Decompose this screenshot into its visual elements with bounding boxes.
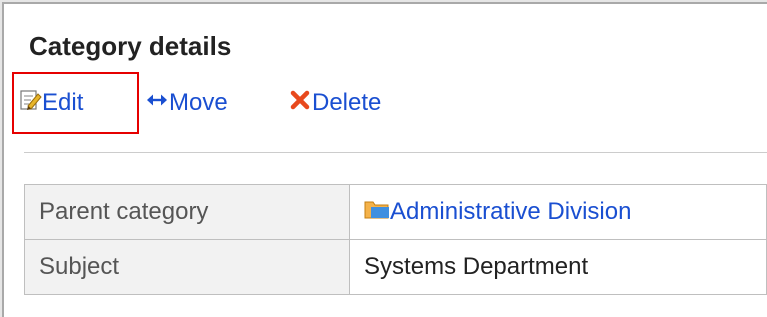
move-label: Move	[169, 89, 228, 116]
move-arrows-icon	[145, 88, 169, 119]
action-toolbar: Edit Move Delete	[4, 72, 767, 134]
table-row: Subject Systems Department	[23, 239, 767, 295]
edit-label: Edit	[42, 89, 84, 116]
delete-label: Delete	[312, 89, 382, 116]
delete-x-icon	[288, 88, 312, 119]
folder-icon	[364, 198, 390, 227]
subject-label: Subject	[23, 239, 351, 295]
delete-button[interactable]: Delete	[288, 72, 381, 134]
parent-category-cell: Administrative Division	[349, 184, 767, 240]
table-row: Parent category Administrative Division	[23, 184, 767, 240]
page-title: Category details	[29, 31, 232, 61]
subject-value: Systems Department	[349, 239, 767, 295]
parent-category-link[interactable]: Administrative Division	[390, 198, 631, 226]
category-details-table: Parent category Administrative Division …	[23, 184, 767, 295]
move-button[interactable]: Move	[145, 72, 228, 134]
edit-button[interactable]: Edit	[18, 72, 83, 134]
category-details-panel: Category details Edit Move Delete Parent…	[2, 2, 767, 317]
toolbar-divider	[24, 152, 767, 153]
parent-category-label: Parent category	[23, 184, 351, 240]
edit-icon	[18, 88, 42, 119]
